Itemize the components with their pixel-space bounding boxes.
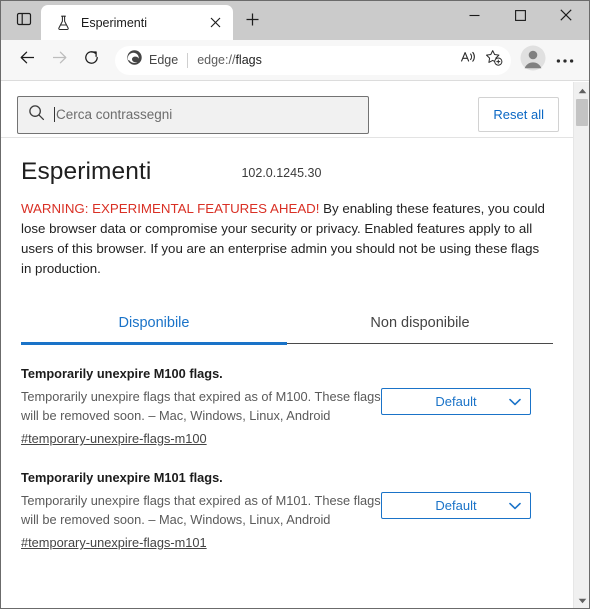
search-input-text: Cerca contrassegni (54, 107, 172, 122)
scrollbar-thumb[interactable] (576, 99, 588, 126)
browser-tab[interactable]: Esperimenti (41, 5, 233, 40)
forward-button (43, 44, 75, 76)
page-content: Cerca contrassegni Reset all Esperimenti… (1, 82, 589, 608)
reset-all-button[interactable]: Reset all (478, 97, 559, 132)
read-aloud-button[interactable] (455, 47, 481, 73)
omnibox-divider (187, 52, 189, 68)
title-row: Esperimenti 102.0.1245.30 (21, 138, 553, 186)
window-controls (451, 1, 589, 33)
tab-close-button[interactable] (205, 13, 225, 33)
browser-toolbar: Edge edge://flags (1, 40, 589, 81)
address-bar[interactable]: Edge edge://flags (115, 45, 511, 75)
tab-search-icon (16, 11, 32, 32)
close-button[interactable] (543, 1, 589, 33)
read-aloud-icon (460, 49, 477, 71)
add-favorite-button[interactable] (481, 47, 507, 73)
star-plus-icon (485, 49, 503, 72)
profile-button[interactable] (517, 44, 549, 76)
maximize-button[interactable] (497, 1, 543, 33)
version-label: 102.0.1245.30 (241, 166, 322, 180)
search-input[interactable]: Cerca contrassegni (17, 95, 369, 134)
ellipsis-icon (556, 51, 574, 69)
scroll-down-arrow-icon (578, 591, 587, 608)
url-path: flags (235, 53, 262, 67)
tab-unavailable[interactable]: Non disponibile (287, 309, 553, 343)
vertical-scrollbar[interactable] (573, 82, 589, 608)
url-text: edge://flags (197, 53, 455, 67)
avatar (520, 45, 546, 76)
flag-name: Temporarily unexpire M101 flags. (21, 470, 223, 485)
tab-search-button[interactable] (7, 5, 41, 37)
edge-brand: Edge (126, 49, 178, 71)
edge-logo-icon (126, 49, 143, 71)
flag-search-row: Cerca contrassegni Reset all (1, 82, 573, 138)
flag-description: Temporarily unexpire flags that expired … (21, 389, 381, 423)
flag-description: Temporarily unexpire flags that expired … (21, 493, 381, 527)
flag-select-value: Default (435, 394, 477, 409)
arrow-right-icon (50, 48, 69, 72)
settings-and-more-button[interactable] (549, 44, 581, 76)
search-placeholder: Cerca contrassegni (56, 107, 173, 122)
flag-select-m101[interactable]: Default (381, 492, 531, 519)
flag-select-value: Default (435, 498, 477, 513)
minimize-icon (469, 8, 480, 26)
arrow-left-icon (18, 48, 37, 72)
text-caret (54, 107, 55, 122)
minimize-button[interactable] (451, 1, 497, 33)
flag-select-m100[interactable]: Default (381, 388, 531, 415)
plus-icon (245, 12, 260, 32)
page-title: Esperimenti (21, 158, 152, 185)
flag-text: Temporarily unexpire M100 flags. Tempora… (21, 366, 381, 448)
experimental-warning: WARNING: EXPERIMENTAL FEATURES AHEAD! By… (21, 199, 553, 279)
flags-tabs: Disponibile Non disponibile (21, 309, 553, 345)
flag-name: Temporarily unexpire M100 flags. (21, 366, 223, 381)
search-icon (28, 104, 45, 126)
close-icon (560, 8, 572, 26)
flag-text: Temporarily unexpire M101 flags. Tempora… (21, 470, 381, 552)
flag-control: Default (381, 388, 531, 415)
flags-page: Cerca contrassegni Reset all Esperimenti… (1, 82, 573, 608)
browser-window: Esperimenti Edge edge://flags Cerca cont… (0, 0, 590, 609)
maximize-icon (514, 8, 526, 26)
flask-icon (54, 14, 72, 32)
scroll-up-arrow-icon (578, 82, 587, 99)
scroll-up-button[interactable] (574, 82, 589, 98)
chevron-down-icon (509, 398, 521, 406)
refresh-button[interactable] (75, 44, 107, 76)
flags-body: Esperimenti 102.0.1245.30 WARNING: EXPER… (1, 138, 573, 552)
scroll-down-button[interactable] (574, 592, 589, 608)
tab-strip: Esperimenti (1, 1, 589, 40)
new-tab-button[interactable] (237, 7, 267, 37)
flag-permalink[interactable]: #temporary-unexpire-flags-m101 (21, 535, 207, 550)
back-button[interactable] (11, 44, 43, 76)
tab-available[interactable]: Disponibile (21, 309, 287, 345)
flag-control: Default (381, 492, 531, 519)
flag-row: Temporarily unexpire M100 flags. Tempora… (21, 344, 553, 448)
flag-permalink[interactable]: #temporary-unexpire-flags-m100 (21, 431, 207, 446)
warning-heading: WARNING: EXPERIMENTAL FEATURES AHEAD! (21, 201, 320, 216)
tab-title: Esperimenti (81, 15, 147, 30)
edge-label: Edge (149, 53, 179, 67)
flag-row: Temporarily unexpire M101 flags. Tempora… (21, 448, 553, 552)
chevron-down-icon (509, 502, 521, 510)
refresh-icon (82, 48, 101, 72)
url-scheme: edge:// (197, 53, 236, 67)
